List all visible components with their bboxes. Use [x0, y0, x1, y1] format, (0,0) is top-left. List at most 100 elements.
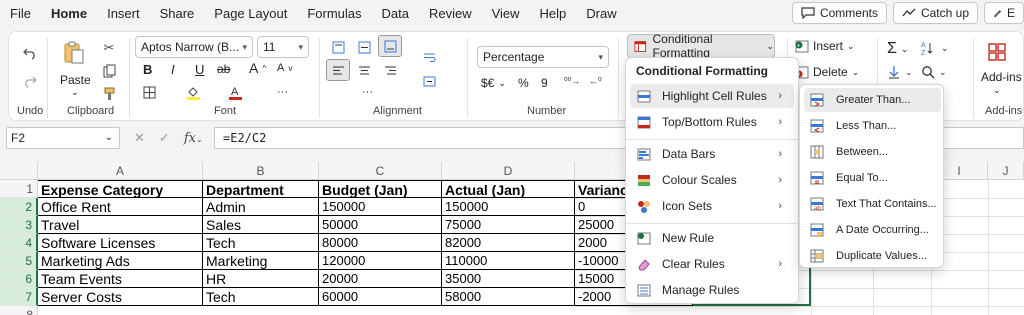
align-bottom-icon[interactable] [378, 35, 402, 57]
tab-insert[interactable]: Insert [97, 0, 150, 28]
row-header[interactable]: 3 [0, 216, 38, 234]
insert-cells-button[interactable]: + Insert ⌄ [795, 39, 855, 53]
menu-item-colour-scales[interactable]: Colour Scales › [630, 168, 794, 192]
name-box[interactable]: F2 ⌄ [6, 127, 120, 149]
addins-button[interactable]: Add-ins [981, 70, 1022, 84]
tab-formulas[interactable]: Formulas [297, 0, 371, 28]
submenu-item-less-than[interactable]: Less Than... [804, 114, 941, 138]
italic-button[interactable]: I [171, 62, 175, 77]
tab-home[interactable]: Home [41, 0, 97, 28]
addins-icon[interactable] [987, 42, 1007, 62]
column-header[interactable]: J [988, 162, 1024, 180]
table-cell[interactable]: 150000 [319, 198, 442, 216]
table-cell[interactable]: Server Costs [38, 288, 203, 306]
tab-view[interactable]: View [482, 0, 530, 28]
table-cell[interactable]: Tech [203, 234, 319, 252]
submenu-item-date-occurring[interactable]: A Date Occurring... [804, 218, 941, 242]
align-right-icon[interactable] [381, 61, 399, 79]
menu-item-top-bottom-rules[interactable]: Top/Bottom Rules › [630, 110, 794, 134]
select-all-corner[interactable] [0, 162, 38, 180]
table-header-cell[interactable]: Expense Category [38, 180, 203, 198]
tab-review[interactable]: Review [419, 0, 482, 28]
currency-button[interactable]: $€ ⌄ [481, 76, 506, 90]
table-cell[interactable]: 60000 [319, 288, 442, 306]
shrink-font-button[interactable]: Av [277, 62, 292, 74]
column-header[interactable]: B [203, 162, 319, 180]
strikethrough-button[interactable]: ab [217, 62, 230, 76]
column-header[interactable]: D [442, 162, 575, 180]
table-cell[interactable]: 120000 [319, 252, 442, 270]
font-color-icon[interactable]: A [227, 84, 243, 100]
table-header-cell[interactable]: Actual (Jan) [442, 180, 575, 198]
row-header[interactable]: 2 [0, 198, 38, 216]
grow-font-button[interactable]: A ^ [249, 60, 266, 76]
tab-share[interactable]: Share [150, 0, 205, 28]
menu-item-clear-rules[interactable]: Clear Rules › [630, 252, 794, 276]
find-select-button[interactable]: ⌄ [921, 65, 947, 79]
fill-color-icon[interactable] [185, 84, 201, 100]
sort-filter-button[interactable]: AZ ⌄ [921, 40, 949, 56]
cut-icon[interactable]: ✂ [101, 40, 117, 56]
row-header[interactable]: 1 [0, 180, 38, 198]
copy-icon[interactable] [101, 63, 117, 79]
submenu-item-greater-than[interactable]: Greater Than... [804, 88, 941, 112]
row-header[interactable]: 7 [0, 288, 38, 306]
table-cell[interactable]: Travel [38, 216, 203, 234]
submenu-item-text-contains[interactable]: ab Text That Contains... [804, 192, 941, 216]
format-painter-icon[interactable] [101, 86, 117, 102]
editing-button[interactable]: E [984, 2, 1024, 24]
table-cell[interactable]: Office Rent [38, 198, 203, 216]
menu-item-icon-sets[interactable]: Icon Sets › [630, 194, 794, 218]
chevron-down-icon[interactable]: ⌄ [993, 85, 1001, 96]
table-cell[interactable]: 75000 [442, 216, 575, 234]
align-center-icon[interactable] [355, 61, 373, 79]
table-header-cell[interactable]: Budget (Jan) [319, 180, 442, 198]
insert-function-button[interactable]: fx⌄ [184, 131, 203, 146]
menu-item-manage-rules[interactable]: Manage Rules [630, 278, 794, 302]
font-name-select[interactable]: Aptos Narrow (B... ▾ [135, 36, 253, 58]
tab-draw[interactable]: Draw [576, 0, 626, 28]
table-cell[interactable]: Sales [203, 216, 319, 234]
table-cell[interactable]: 35000 [442, 270, 575, 288]
paste-button[interactable]: Paste [60, 73, 91, 87]
table-cell[interactable]: HR [203, 270, 319, 288]
tab-file[interactable]: File [0, 0, 41, 28]
table-cell[interactable]: 50000 [319, 216, 442, 234]
percent-button[interactable]: % [518, 76, 529, 90]
row-header[interactable]: 6 [0, 270, 38, 288]
table-cell[interactable]: 150000 [442, 198, 575, 216]
table-cell[interactable]: Software Licenses [38, 234, 203, 252]
redo-icon[interactable] [21, 72, 39, 90]
wrap-text-icon[interactable] [420, 48, 438, 66]
tab-page-layout[interactable]: Page Layout [204, 0, 297, 28]
underline-button[interactable]: U [195, 62, 204, 77]
submenu-item-between[interactable]: Between... [804, 140, 941, 164]
catch-up-button[interactable]: Catch up [892, 2, 978, 24]
table-header-cell[interactable]: Department [203, 180, 319, 198]
increase-decimal-button[interactable]: ⁰⁰→ [564, 76, 580, 87]
submenu-item-duplicate-values[interactable]: Duplicate Values... [804, 244, 941, 268]
align-middle-icon[interactable] [355, 38, 373, 56]
menu-item-highlight-cell-rules[interactable]: Highlight Cell Rules › [630, 84, 794, 108]
table-cell[interactable]: 82000 [442, 234, 575, 252]
row-header[interactable]: 4 [0, 234, 38, 252]
submenu-item-equal-to[interactable]: Equal To... [804, 166, 941, 190]
paste-dropdown-icon[interactable]: ⌄ [71, 87, 79, 98]
table-cell[interactable]: Team Events [38, 270, 203, 288]
table-cell[interactable]: 80000 [319, 234, 442, 252]
table-cell[interactable]: 58000 [442, 288, 575, 306]
align-left-icon[interactable] [326, 59, 350, 81]
paste-icon[interactable] [61, 40, 87, 66]
more-alignment-button[interactable]: ··· [362, 86, 373, 98]
column-header[interactable]: C [319, 162, 442, 180]
number-format-select[interactable]: Percentage ▾ [477, 46, 609, 68]
bold-button[interactable]: B [143, 62, 152, 77]
more-font-options-button[interactable]: ··· [277, 86, 288, 98]
autosum-button[interactable]: Σ ⌄ [887, 40, 908, 58]
comments-button[interactable]: Comments [791, 2, 887, 24]
borders-icon[interactable] [141, 84, 157, 100]
table-cell[interactable]: Marketing Ads [38, 252, 203, 270]
menu-item-new-rule[interactable]: New Rule [630, 226, 794, 250]
table-cell[interactable]: 110000 [442, 252, 575, 270]
decrease-decimal-button[interactable]: ←⁰ [589, 76, 602, 87]
